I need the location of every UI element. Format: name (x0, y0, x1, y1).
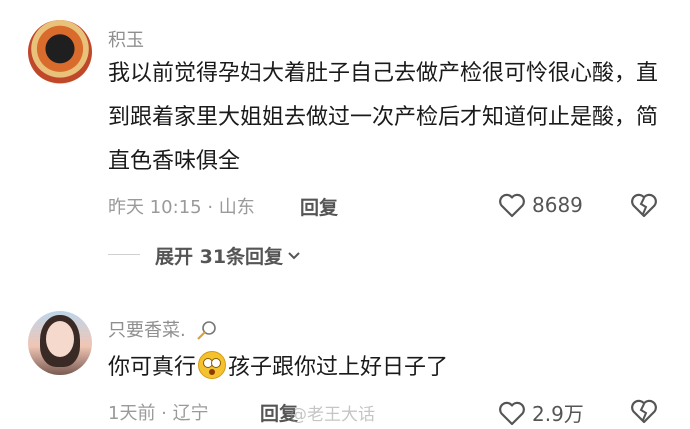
like-button[interactable]: 8689 (498, 192, 583, 218)
username[interactable]: 积玉 (108, 26, 144, 52)
divider (108, 254, 140, 255)
comment-meta: 1天前 · 辽宁 (108, 403, 209, 424)
dislike-button[interactable] (630, 192, 658, 222)
comment-text: 你可真行 孩子跟你过上好日子了 (108, 346, 668, 390)
dislike-heart-icon (631, 399, 657, 424)
heart-outline-icon (499, 193, 525, 218)
comment-text-after: 孩子跟你过上好日子了 (228, 355, 449, 380)
username[interactable]: 只要香菜. (108, 316, 217, 342)
watermark: @老王大话 (290, 405, 375, 425)
expand-replies-button[interactable]: 展开 31条回复 (155, 242, 301, 269)
flushed-face-emoji (198, 351, 227, 379)
comment-text: 我以前觉得孕妇大着肚子自己去做产检很可怜很心酸，直到跟着家里大姐姐去做过一次产检… (108, 61, 659, 174)
like-count: 2.9万 (532, 402, 584, 426)
expand-replies-label: 展开 31条回复 (155, 246, 284, 268)
username-text: 只要香菜. (108, 320, 186, 341)
like-count: 8689 (532, 193, 583, 217)
avatar[interactable] (28, 20, 92, 84)
heart-outline-icon (499, 401, 525, 425)
badminton-racket-icon (197, 321, 217, 340)
comment-text-before: 你可真行 (108, 355, 197, 380)
comment-meta: 昨天 10:15 · 山东 (108, 197, 255, 218)
like-button[interactable]: 2.9万 (498, 398, 584, 427)
dislike-button[interactable] (630, 398, 658, 428)
chevron-down-icon (288, 251, 300, 259)
dislike-heart-icon (631, 193, 657, 218)
avatar[interactable] (28, 311, 92, 375)
reply-button[interactable]: 回复 (300, 193, 338, 220)
